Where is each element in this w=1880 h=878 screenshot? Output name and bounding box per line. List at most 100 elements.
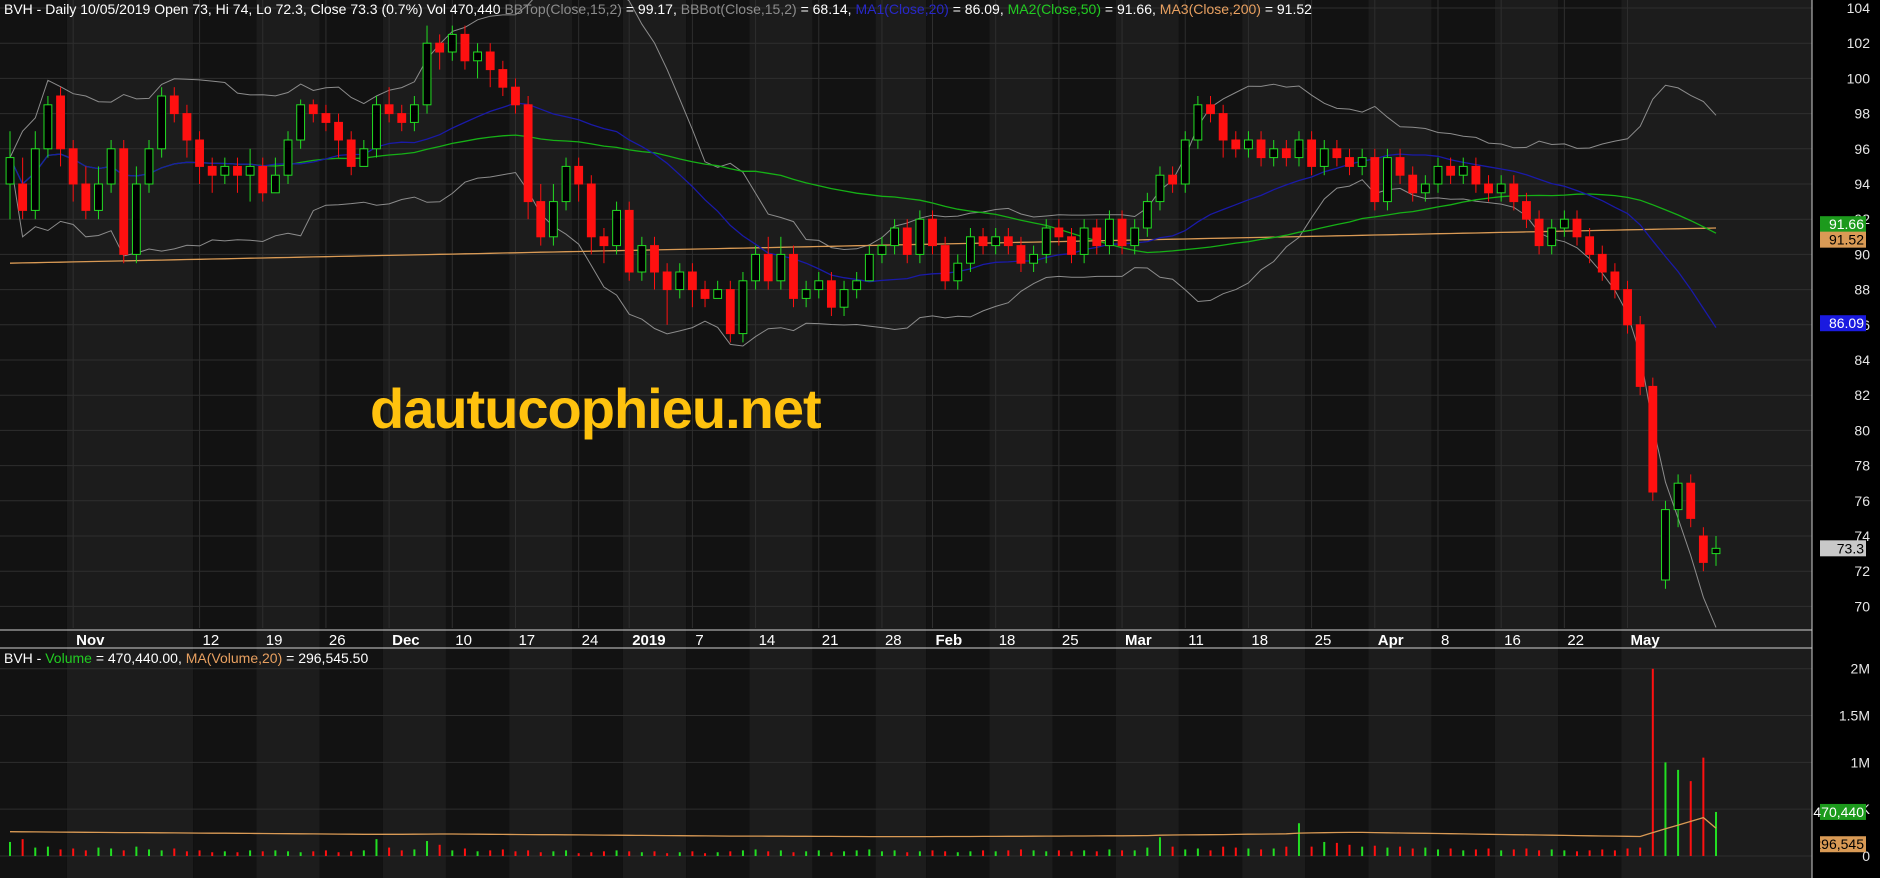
candle-body (106, 148, 116, 185)
volume-tick-label: 1.5M (1839, 708, 1870, 724)
ma1-value: = 86.09, (948, 1, 1004, 17)
candle-body (852, 280, 862, 291)
candle-body (182, 113, 192, 141)
candle-body (1092, 227, 1102, 247)
background-band (1178, 0, 1243, 878)
candle-body (839, 289, 849, 308)
candle-body (384, 104, 394, 115)
candle-body (814, 280, 824, 291)
close-value-tag-text: 73.3 (1837, 540, 1864, 556)
candle-body (195, 139, 204, 167)
price-tick-label: 90 (1854, 246, 1870, 262)
candle-body (1130, 227, 1140, 247)
candle-body (1370, 157, 1380, 203)
volume-ma-value-tag: 296,545 (1813, 836, 1866, 853)
candle-body (1256, 139, 1266, 159)
candle-body (485, 51, 495, 71)
ma1-value-tag: 86.09 (1820, 315, 1866, 332)
background-band (1368, 0, 1432, 878)
candle-body (826, 280, 836, 308)
volume-value: = 470,440.00, (91, 650, 182, 666)
price-tick-label: 84 (1854, 352, 1870, 368)
date-tick-label: 14 (759, 632, 776, 649)
volume-value-tag-text: 470,440 (1813, 804, 1864, 820)
volume-ma-value: = 296,545.50 (282, 650, 369, 666)
candle-body (1041, 227, 1051, 255)
candle-body (789, 253, 798, 299)
candle-body (321, 113, 331, 123)
candle-body (460, 33, 470, 62)
candle-body (372, 104, 381, 150)
candle-body (1433, 165, 1443, 185)
candle-body (662, 271, 672, 291)
candle-body (965, 236, 975, 264)
price-tick-label: 94 (1854, 176, 1870, 192)
price-tick-label: 70 (1854, 598, 1870, 614)
candle-body (1180, 139, 1190, 185)
ma2-label: MA2(Close,50) (1007, 1, 1101, 17)
candle-body (131, 183, 141, 255)
date-tick-label: 25 (1315, 632, 1332, 649)
candle-body (1079, 227, 1089, 255)
candle-body (890, 227, 900, 247)
candle-body (776, 253, 786, 282)
candle-body (233, 165, 242, 176)
date-tick-label: Apr (1378, 632, 1404, 649)
candle-body (1597, 253, 1607, 273)
background-band (875, 0, 927, 878)
volume-legend-prefix: BVH - (4, 650, 46, 666)
candle-body (245, 165, 255, 176)
bbbot-value: = 68.14, (796, 1, 852, 17)
price-tick-label: 100 (1847, 70, 1871, 86)
candle-body (1345, 157, 1354, 167)
candle-body (1383, 157, 1392, 203)
watermark: dautucophieu.net (370, 377, 822, 440)
candle-body (207, 165, 217, 176)
candle-body (1332, 148, 1342, 159)
date-tick-label: 28 (885, 632, 902, 649)
stock-chart[interactable]: 7072747678808284868890929496981001021040… (0, 0, 1880, 878)
candle-body (1142, 201, 1152, 229)
volume-value-tag: 470,440 (1813, 803, 1866, 820)
candle-body (435, 42, 445, 53)
candle-body (1559, 218, 1569, 229)
date-tick-label: 25 (1062, 632, 1079, 649)
volume-ma-value-tag-text: 296,545 (1813, 836, 1864, 852)
candle-body (1446, 165, 1456, 176)
ma3-value: = 91.52 (1260, 1, 1312, 17)
price-legend-title: BVH - Daily 10/05/2019 Open 73, Hi 74, L… (4, 1, 501, 17)
candle-body (1193, 104, 1203, 141)
date-tick-label: Feb (936, 632, 963, 649)
date-tick-label: 17 (518, 632, 535, 649)
date-tick-label: 7 (695, 632, 703, 649)
candle-body (915, 218, 925, 255)
candle-body (713, 289, 723, 299)
volume-tick-label: 2M (1851, 661, 1870, 677)
candle-body (1458, 165, 1468, 176)
candle-body (1661, 509, 1670, 581)
candle-body (119, 148, 129, 255)
volume-tick-label: 1M (1851, 754, 1870, 770)
date-tick-label: May (1631, 632, 1661, 649)
date-tick-label: 11 (1188, 632, 1204, 649)
price-tick-label: 78 (1854, 458, 1870, 474)
price-tick-label: 88 (1854, 282, 1870, 298)
candle-body (599, 236, 609, 247)
candle-body (1711, 547, 1721, 555)
date-tick-label: 2019 (632, 632, 665, 649)
candle-body (447, 33, 457, 53)
candle-body (1648, 385, 1658, 493)
date-tick-label: 8 (1441, 632, 1449, 649)
date-tick-label: 12 (203, 632, 220, 649)
candle-body (1218, 113, 1228, 141)
candle-body (1231, 139, 1241, 150)
candle-body (1484, 183, 1493, 194)
background-band (66, 0, 194, 878)
candle-body (1168, 174, 1178, 185)
candle-body (1357, 157, 1367, 167)
candle-body (637, 245, 647, 273)
candle-body (258, 165, 268, 194)
candle-body (928, 218, 937, 247)
background-band (989, 0, 1053, 878)
date-tick-label: 16 (1504, 632, 1521, 649)
